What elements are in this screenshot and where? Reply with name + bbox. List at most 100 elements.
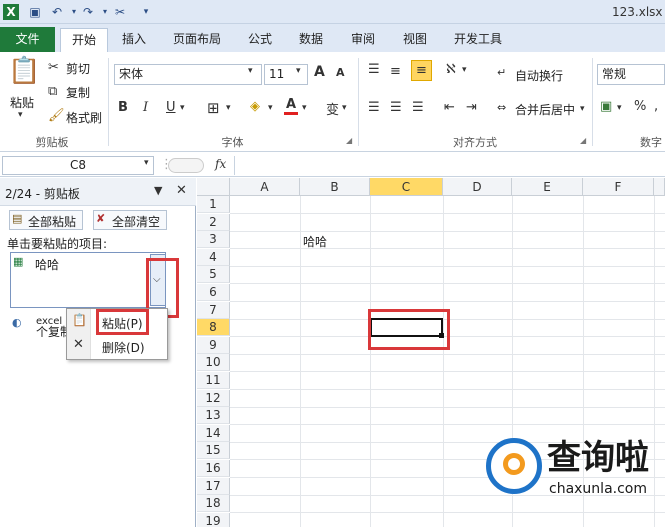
pane-close-icon[interactable]: ✕ (176, 183, 187, 198)
alignment-dialog-launcher-icon[interactable]: ◢ (580, 136, 586, 145)
name-box-dropdown-icon[interactable]: ▾ (144, 158, 149, 168)
special-char-dropdown-icon[interactable]: ▾ (342, 103, 347, 113)
row-header[interactable]: 12 (197, 389, 230, 407)
font-size-dropdown-icon[interactable]: ▾ (296, 66, 301, 76)
paste-icon[interactable]: 📋 (8, 56, 40, 90)
row-header[interactable]: 3 (197, 231, 230, 249)
special-char-button[interactable]: 变 (326, 99, 339, 118)
bold-button[interactable]: B (118, 100, 128, 115)
comma-style-icon[interactable]: , (654, 99, 658, 114)
increase-indent-icon[interactable]: ⇥ (466, 100, 477, 115)
orientation-icon[interactable]: ℵ (446, 62, 456, 77)
fill-color-dropdown-icon[interactable]: ▾ (268, 103, 273, 113)
tab-view[interactable]: 视图 (394, 28, 436, 52)
spreadsheet-grid[interactable]: A B C D E F 1 2 3 4 5 6 7 8 9 10 11 12 1… (197, 178, 665, 527)
tab-page-layout[interactable]: 页面布局 (165, 28, 229, 52)
fill-color-icon[interactable]: ◈ (250, 99, 260, 114)
row-header[interactable]: 14 (197, 424, 230, 442)
align-top-icon[interactable]: ☰ (368, 62, 380, 77)
paste-all-button[interactable]: ▤ 全部粘贴 (9, 210, 83, 230)
paste-dropdown-icon[interactable]: ▾ (18, 110, 23, 120)
wrap-text-button[interactable]: 自动换行 (515, 67, 563, 84)
copy-button[interactable]: 复制 (66, 84, 90, 101)
italic-button[interactable]: I (143, 100, 148, 115)
row-header[interactable]: 19 (197, 512, 230, 527)
percent-button[interactable]: % (634, 99, 646, 114)
save-icon[interactable]: ▣ (27, 4, 43, 20)
column-header[interactable]: D (443, 178, 512, 196)
row-header[interactable]: 11 (197, 372, 230, 389)
formula-expand-pill[interactable] (168, 158, 204, 173)
font-color-dropdown-icon[interactable]: ▾ (302, 103, 307, 113)
merge-center-dropdown-icon[interactable]: ▾ (580, 104, 585, 114)
redo-icon[interactable]: ↷ (80, 4, 96, 20)
row-header[interactable]: 16 (197, 460, 230, 477)
row-header[interactable]: 6 (197, 284, 230, 301)
clipboard-item-1[interactable]: ▦ 哈哈 (10, 252, 166, 308)
highlight-box-paste (96, 309, 149, 335)
font-dialog-launcher-icon[interactable]: ◢ (346, 136, 352, 145)
undo-icon[interactable]: ↶ (49, 4, 65, 20)
column-header-selected[interactable]: C (370, 178, 443, 196)
paste-button[interactable]: 粘贴 (10, 94, 34, 111)
grow-font-button[interactable]: A (314, 64, 325, 80)
tab-developer[interactable]: 开发工具 (446, 28, 510, 52)
tab-file[interactable]: 文件 (0, 27, 55, 52)
redo-dropdown-icon[interactable]: ▾ (97, 4, 113, 20)
align-center-icon[interactable]: ☰ (390, 100, 402, 115)
tab-home[interactable]: 开始 (60, 28, 108, 52)
row-header[interactable]: 10 (197, 354, 230, 372)
cut-button[interactable]: 剪切 (66, 60, 90, 77)
row-header[interactable]: 18 (197, 495, 230, 513)
underline-button[interactable]: U (166, 100, 176, 115)
number-format-box[interactable]: 常规 (597, 64, 665, 85)
tab-data[interactable]: 数据 (290, 28, 332, 52)
row-header[interactable]: 1 (197, 196, 230, 213)
format-painter-button[interactable]: 格式刷 (66, 109, 102, 126)
customize-toolbar-icon[interactable]: ▾ (138, 4, 154, 20)
formula-input[interactable] (234, 156, 665, 175)
row-header[interactable]: 13 (197, 407, 230, 425)
row-header[interactable]: 2 (197, 213, 230, 231)
accounting-format-icon[interactable]: ▣ (600, 99, 612, 114)
border-icon[interactable]: ⊞ (207, 99, 220, 117)
align-bottom-icon[interactable]: ≡ (411, 60, 432, 81)
row-header[interactable]: 7 (197, 301, 230, 319)
font-name-box[interactable]: 宋体 (114, 64, 262, 85)
font-name-dropdown-icon[interactable]: ▾ (248, 66, 253, 76)
row-header-selected[interactable]: 8 (197, 319, 230, 337)
orientation-dropdown-icon[interactable]: ▾ (462, 65, 467, 75)
column-header[interactable]: A (230, 178, 300, 196)
tab-review[interactable]: 审阅 (342, 28, 384, 52)
tools-icon[interactable]: ✂ (112, 4, 128, 20)
font-size-box[interactable]: 11 (264, 64, 308, 85)
decrease-indent-icon[interactable]: ⇤ (444, 100, 455, 115)
name-box[interactable]: C8 (2, 156, 154, 175)
align-left-icon[interactable]: ☰ (368, 100, 380, 115)
row-header[interactable]: 4 (197, 248, 230, 266)
row-header[interactable]: 9 (197, 336, 230, 354)
border-dropdown-icon[interactable]: ▾ (226, 103, 231, 113)
column-header-partial[interactable] (654, 178, 665, 196)
tab-formulas[interactable]: 公式 (239, 28, 281, 52)
row-header[interactable]: 5 (197, 266, 230, 284)
accounting-dropdown-icon[interactable]: ▾ (617, 103, 622, 113)
row-header[interactable]: 15 (197, 442, 230, 460)
select-all-corner[interactable] (197, 178, 230, 196)
row-header[interactable]: 17 (197, 477, 230, 495)
align-right-icon[interactable]: ☰ (412, 100, 424, 115)
column-header[interactable]: F (583, 178, 654, 196)
font-color-button[interactable]: A (284, 98, 298, 115)
cell-b3[interactable]: 哈哈 (303, 233, 327, 250)
insert-function-button[interactable]: fx (215, 157, 226, 171)
clear-all-button[interactable]: ✘ 全部清空 (93, 210, 167, 230)
column-header[interactable]: E (512, 178, 583, 196)
merge-center-button[interactable]: 合并后居中 (515, 101, 575, 118)
tab-insert[interactable]: 插入 (113, 28, 155, 52)
shrink-font-button[interactable]: A (336, 66, 345, 79)
context-delete-item[interactable]: 删除(D) (102, 339, 145, 356)
underline-dropdown-icon[interactable]: ▾ (180, 103, 185, 113)
pane-options-icon[interactable]: ▼ (154, 184, 162, 197)
align-middle-icon[interactable]: ≡ (390, 64, 401, 79)
column-header[interactable]: B (300, 178, 370, 196)
